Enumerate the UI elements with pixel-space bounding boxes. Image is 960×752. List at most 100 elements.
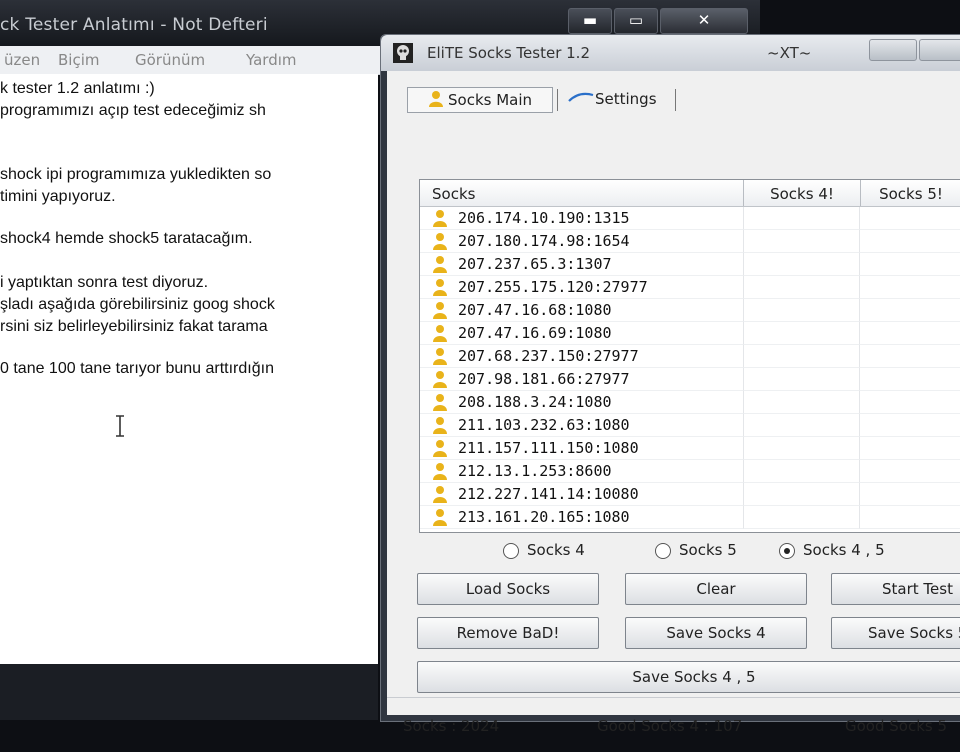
table-row[interactable]: 207.47.16.69:1080 <box>420 322 960 345</box>
socks-address: 212.227.141.14:10080 <box>458 485 639 503</box>
table-row[interactable]: 207.255.175.120:27977 <box>420 276 960 299</box>
radio-socks4[interactable]: Socks 4 <box>503 541 613 563</box>
menu-item-edit[interactable]: üzen <box>4 51 40 69</box>
cell-socks: 207.47.16.69:1080 <box>420 322 744 345</box>
table-row[interactable]: 212.227.141.14:10080 <box>420 483 960 506</box>
text-line: rsini siz belirleyebilirsiniz fakat tara… <box>0 318 268 335</box>
socks-address: 211.103.232.63:1080 <box>458 416 630 434</box>
table-row[interactable]: 213.161.20.165:1080 <box>420 506 960 529</box>
text-line: 0 tane 100 tane tarıyor bunu arttırdığın <box>0 360 274 377</box>
cell-socks5 <box>860 207 960 230</box>
cell-socks5 <box>860 368 960 391</box>
cell-socks4 <box>744 276 860 299</box>
menu-item-format[interactable]: Biçim <box>58 51 99 69</box>
user-icon <box>433 256 447 273</box>
table-row[interactable]: 211.157.111.150:1080 <box>420 437 960 460</box>
notepad-text-area[interactable]: k tester 1.2 anlatımı :) programımızı aç… <box>0 74 378 664</box>
text-line: shock4 hemde shock5 taratacağım. <box>0 230 253 247</box>
column-header-socks[interactable]: Socks <box>420 180 744 206</box>
socks-address: 213.161.20.165:1080 <box>458 508 630 526</box>
app-titlebar[interactable]: EliTE Socks Tester 1.2 ~XT~ <box>381 35 960 71</box>
cell-socks5 <box>860 322 960 345</box>
notepad-close-button[interactable]: ✕ <box>660 8 748 34</box>
radio-dot <box>655 543 671 559</box>
cell-socks4 <box>744 483 860 506</box>
table-row[interactable]: 207.237.65.3:1307 <box>420 253 960 276</box>
menu-item-help[interactable]: Yardım <box>246 51 297 69</box>
text-line: k tester 1.2 anlatımı :) <box>0 80 155 97</box>
cell-socks4 <box>744 506 860 529</box>
app-maximize-button[interactable] <box>919 39 960 61</box>
socks-list[interactable]: Socks Socks 4! Socks 5! 206.174.10.190:1… <box>419 179 960 533</box>
radio-label: Socks 4 , 5 <box>803 541 885 559</box>
cell-socks: 207.180.174.98:1654 <box>420 230 744 253</box>
cell-socks4 <box>744 253 860 276</box>
column-header-socks4[interactable]: Socks 4! <box>744 180 861 206</box>
cell-socks5 <box>860 230 960 253</box>
radio-socks4-5[interactable]: Socks 4 , 5 <box>779 541 929 563</box>
tab-divider <box>557 89 558 111</box>
cell-socks: 207.68.237.150:27977 <box>420 345 744 368</box>
socks-address: 208.188.3.24:1080 <box>458 393 612 411</box>
cell-socks5 <box>860 253 960 276</box>
cell-socks4 <box>744 230 860 253</box>
notepad-bottom-edge <box>0 664 378 720</box>
table-row[interactable]: 212.13.1.253:8600 <box>420 460 960 483</box>
text-line: i yaptıktan sonra test diyoruz. <box>0 274 209 291</box>
tab-settings[interactable]: Settings <box>563 87 677 111</box>
table-row[interactable]: 207.68.237.150:27977 <box>420 345 960 368</box>
list-header: Socks Socks 4! Socks 5! <box>420 180 960 207</box>
save-socks4-5-button[interactable]: Save Socks 4 , 5 <box>417 661 960 693</box>
table-row[interactable]: 207.47.16.68:1080 <box>420 299 960 322</box>
user-icon <box>433 394 447 411</box>
cell-socks: 212.13.1.253:8600 <box>420 460 744 483</box>
cell-socks4 <box>744 460 860 483</box>
user-icon <box>433 210 447 227</box>
column-header-socks5[interactable]: Socks 5! <box>860 180 960 206</box>
app-title: EliTE Socks Tester 1.2 <box>427 44 590 62</box>
text-line: shock ipi programımıza yukledikten so <box>0 166 272 183</box>
cell-socks: 206.174.10.190:1315 <box>420 207 744 230</box>
user-icon <box>433 279 447 296</box>
user-icon <box>433 325 447 342</box>
radio-socks5[interactable]: Socks 5 <box>655 541 765 563</box>
remove-bad-button[interactable]: Remove BaD! <box>417 617 599 649</box>
text-line: programımızı açıp test edeceğimiz sh <box>0 102 266 119</box>
text-line: timini yapıyoruz. <box>0 188 116 205</box>
cell-socks5 <box>860 276 960 299</box>
cell-socks5 <box>860 437 960 460</box>
cell-socks5 <box>860 299 960 322</box>
menu-item-view[interactable]: Görünüm <box>135 51 205 69</box>
start-test-button[interactable]: Start Test <box>831 573 960 605</box>
clear-button[interactable]: Clear <box>625 573 807 605</box>
notepad-maximize-button[interactable]: ▭ <box>614 8 658 34</box>
socks-address: 207.98.181.66:27977 <box>458 370 630 388</box>
cell-socks5 <box>860 345 960 368</box>
text-cursor-icon <box>116 415 124 437</box>
cell-socks: 207.255.175.120:27977 <box>420 276 744 299</box>
load-socks-button[interactable]: Load Socks <box>417 573 599 605</box>
table-row[interactable]: 207.180.174.98:1654 <box>420 230 960 253</box>
cell-socks4 <box>744 207 860 230</box>
table-row[interactable]: 211.103.232.63:1080 <box>420 414 960 437</box>
app-minimize-button[interactable] <box>869 39 917 61</box>
cell-socks4 <box>744 414 860 437</box>
notepad-minimize-button[interactable]: ▬ <box>568 8 612 34</box>
table-row[interactable]: 208.188.3.24:1080 <box>420 391 960 414</box>
table-row[interactable]: 206.174.10.190:1315 <box>420 207 960 230</box>
user-icon <box>433 302 447 319</box>
cell-socks: 211.103.232.63:1080 <box>420 414 744 437</box>
socks-address: 206.174.10.190:1315 <box>458 209 630 227</box>
tab-socks-main[interactable]: Socks Main <box>407 87 553 113</box>
save-socks5-button[interactable]: Save Socks 5 <box>831 617 960 649</box>
wave-icon <box>568 92 594 102</box>
socks-address: 207.47.16.68:1080 <box>458 301 612 319</box>
socks-tester-window: EliTE Socks Tester 1.2 ~XT~ Socks Main S… <box>380 34 960 735</box>
socks-address: 207.68.237.150:27977 <box>458 347 639 365</box>
save-socks4-button[interactable]: Save Socks 4 <box>625 617 807 649</box>
cell-socks: 211.157.111.150:1080 <box>420 437 744 460</box>
cell-socks5 <box>860 506 960 529</box>
table-row[interactable]: 207.98.181.66:27977 <box>420 368 960 391</box>
cell-socks5 <box>860 414 960 437</box>
cell-socks: 207.47.16.68:1080 <box>420 299 744 322</box>
